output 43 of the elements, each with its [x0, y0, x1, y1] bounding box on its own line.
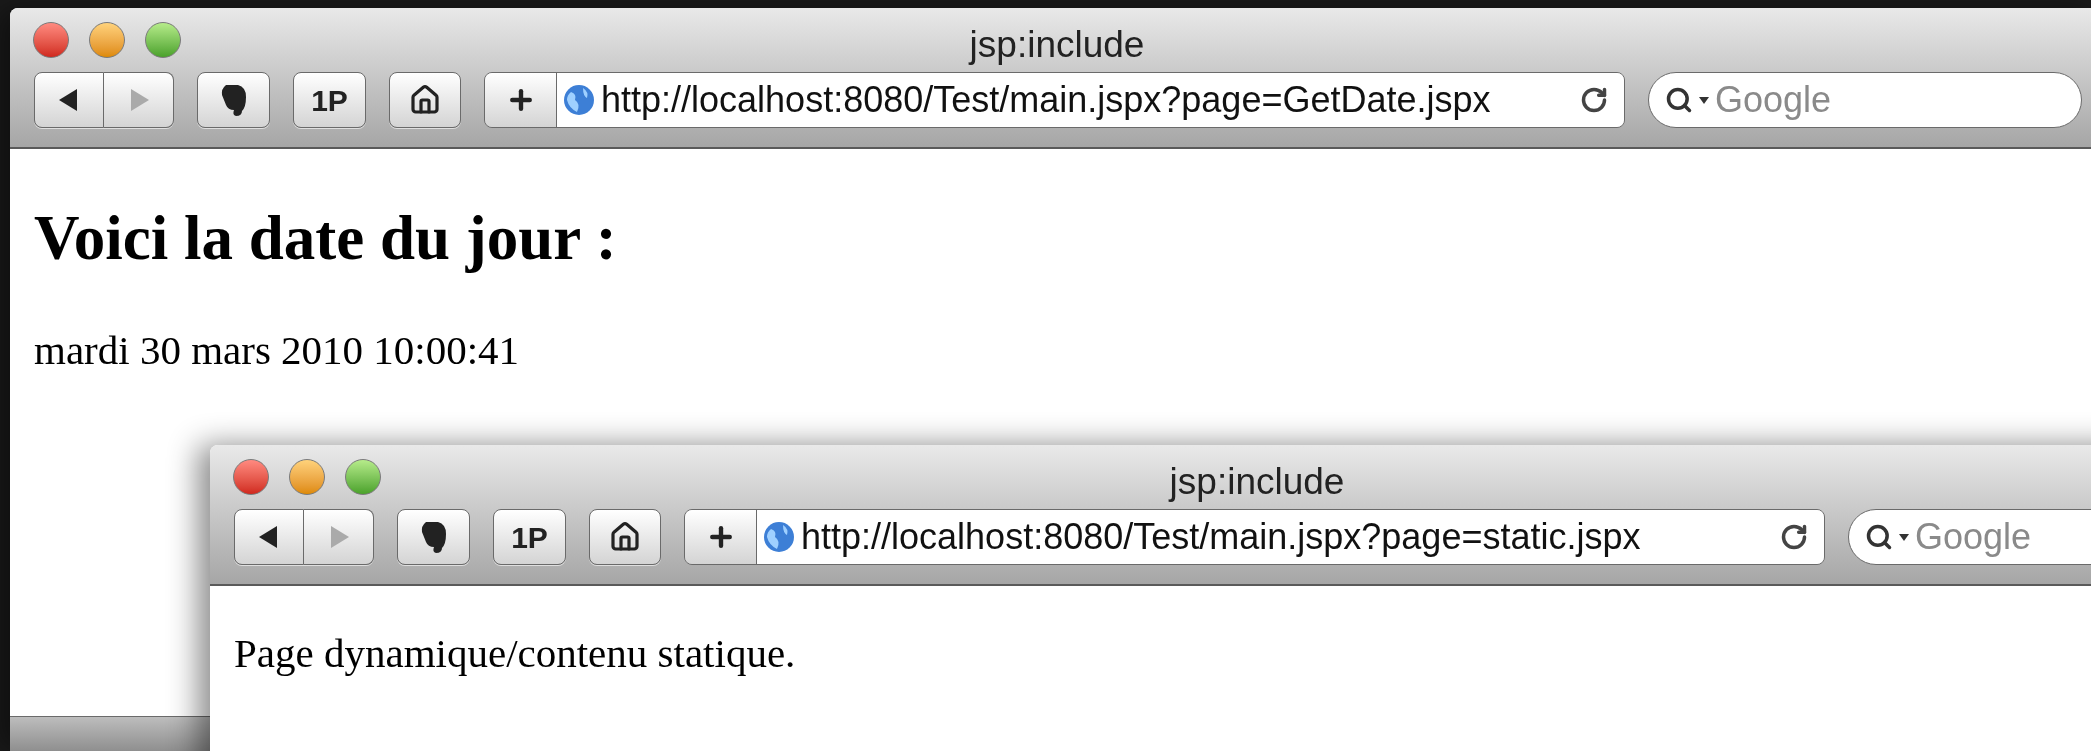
forward-arrow-icon	[328, 526, 349, 548]
window-title: jsp:include	[969, 23, 1145, 67]
back-button[interactable]	[34, 72, 104, 128]
zoom-button[interactable]	[145, 22, 181, 58]
close-button[interactable]	[233, 459, 269, 495]
minimize-button[interactable]	[89, 22, 125, 58]
password-button[interactable]: 1P	[493, 509, 566, 565]
home-button[interactable]	[589, 509, 661, 565]
home-button[interactable]	[389, 72, 461, 128]
note-button[interactable]	[397, 509, 470, 565]
elephant-icon	[219, 83, 248, 117]
page-text: mardi 30 mars 2010 10:00:41	[34, 325, 520, 375]
home-icon	[409, 84, 441, 116]
note-button[interactable]	[197, 72, 270, 128]
page-heading: Voici la date du jour :	[34, 202, 617, 275]
search-icon	[1665, 86, 1693, 114]
reload-icon[interactable]	[1780, 523, 1808, 551]
search-icon	[1865, 523, 1893, 551]
search-placeholder: Google	[1915, 515, 2032, 559]
forward-arrow-icon	[128, 89, 149, 111]
close-button[interactable]	[33, 22, 69, 58]
password-button[interactable]: 1P	[293, 72, 366, 128]
caret-icon	[1899, 533, 1909, 541]
url-text: http://localhost:8080/Test/main.jspx?page=GetDate.jspx	[601, 78, 1492, 122]
add-bookmark-button[interactable]	[485, 73, 557, 127]
caret-icon	[1699, 96, 1709, 104]
globe-icon	[563, 84, 595, 116]
zoom-button[interactable]	[345, 459, 381, 495]
url-field[interactable]: http://localhost:8080/Test/main.jspx?page=static.jspx	[757, 510, 1824, 564]
globe-icon	[763, 521, 795, 553]
window-title: jsp:include	[1169, 460, 1345, 504]
add-bookmark-button[interactable]	[685, 510, 757, 564]
minimize-button[interactable]	[289, 459, 325, 495]
back-button[interactable]	[234, 509, 304, 565]
url-field[interactable]: http://localhost:8080/Test/main.jspx?page=GetDate.jspx	[557, 73, 1624, 127]
page-text: Page dynamique/contenu statique.	[234, 629, 796, 678]
url-text: http://localhost:8080/Test/main.jspx?page=static.jspx	[801, 515, 1642, 559]
reload-icon[interactable]	[1580, 86, 1608, 114]
back-arrow-icon	[259, 526, 279, 548]
home-icon	[609, 521, 641, 553]
search-placeholder: Google	[1715, 78, 1832, 122]
elephant-icon	[419, 520, 448, 554]
back-arrow-icon	[59, 89, 79, 111]
